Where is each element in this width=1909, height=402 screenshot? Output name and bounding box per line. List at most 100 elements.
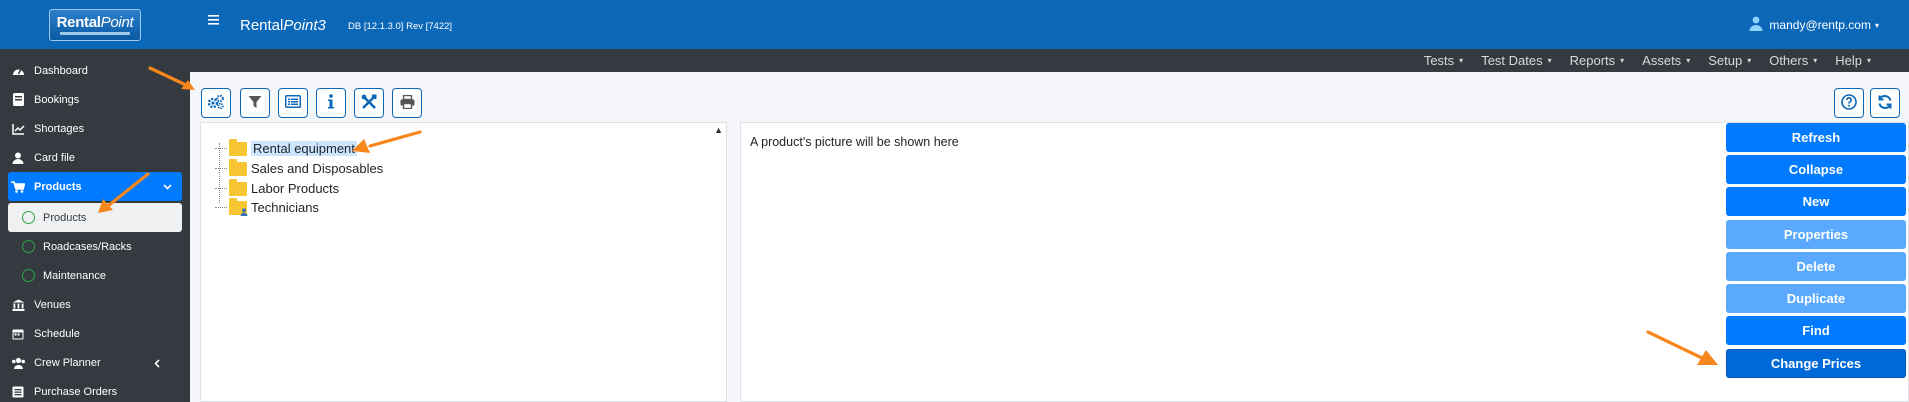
menubar: Tests ▾ Test Dates ▾ Reports ▾ Assets ▾ Setu… — [190, 49, 1909, 72]
printer-icon — [400, 94, 415, 112]
chart-icon — [10, 122, 26, 136]
chevron-left-icon — [154, 355, 160, 371]
menu-assets[interactable]: Assets ▾ — [1642, 53, 1690, 68]
product-tree-panel[interactable]: ▲ Rental equipment Sales and Disposables… — [200, 122, 727, 402]
menu-tests[interactable]: Tests ▾ — [1424, 53, 1463, 68]
circle-icon — [22, 211, 35, 224]
folder-icon — [229, 178, 247, 196]
tree-node-sales-and-disposables[interactable]: Sales and Disposables — [215, 158, 384, 176]
dashboard-icon — [10, 64, 26, 78]
settings-gears-button[interactable] — [201, 88, 231, 118]
refresh-icon — [1877, 94, 1893, 113]
caret-down-icon: ▾ — [1686, 56, 1691, 65]
tree-node-labor-products[interactable]: Labor Products — [215, 178, 339, 196]
print-button[interactable] — [392, 88, 422, 118]
caret-down-icon: ▾ — [1459, 56, 1464, 65]
folder-user-icon — [229, 197, 248, 216]
sidebar-subitem-roadcases[interactable]: Roadcases/Racks — [8, 232, 182, 261]
menu-label: Setup — [1708, 53, 1743, 68]
sidebar-item-bookings[interactable]: Bookings — [0, 85, 182, 114]
sidebar-item-purchase-orders[interactable]: Purchase Orders — [0, 377, 182, 402]
list-icon — [10, 385, 26, 399]
tree-connector — [215, 188, 227, 189]
filter-button[interactable] — [240, 88, 270, 118]
sidebar-item-venues[interactable]: Venues — [0, 290, 182, 319]
picture-placeholder-text: A product's picture will be shown here — [750, 135, 959, 149]
sidebar-item-shortages[interactable]: Shortages — [0, 114, 182, 143]
caret-down-icon: ▾ — [1866, 56, 1871, 65]
tree-node-rental-equipment[interactable]: Rental equipment — [215, 138, 357, 156]
users-icon — [10, 356, 26, 370]
caret-down-icon: ▾ — [1620, 56, 1625, 65]
caret-down-icon: ▾ — [1747, 56, 1752, 65]
new-button[interactable]: New — [1726, 187, 1906, 216]
refresh-button[interactable]: Refresh — [1726, 123, 1906, 152]
delete-button[interactable]: Delete — [1726, 252, 1906, 281]
menu-test-dates[interactable]: Test Dates ▾ — [1481, 53, 1551, 68]
duplicate-button[interactable]: Duplicate — [1726, 284, 1906, 313]
hamburger-menu-icon[interactable] — [208, 12, 219, 29]
app-title-point3: Point3 — [283, 17, 326, 34]
tree-node-technicians[interactable]: Technicians — [215, 197, 319, 216]
app-title-rental: Rental — [240, 17, 284, 34]
tree-connector — [215, 148, 227, 149]
logo-text-point: Point — [100, 14, 134, 31]
logo-text-rental: Rental — [56, 14, 101, 31]
logo-mark: RentalPoint — [49, 8, 141, 41]
sidebar-item-crew-planner[interactable]: Crew Planner — [0, 348, 182, 377]
sidebar-item-label: Card file — [34, 151, 75, 164]
list-view-icon — [285, 95, 301, 111]
sidebar-item-products[interactable]: Products — [8, 172, 182, 201]
tree-connector — [215, 207, 227, 208]
caret-down-icon: ▾ — [1813, 56, 1818, 65]
info-button[interactable] — [316, 88, 346, 118]
sidebar-item-label: Purchase Orders — [34, 385, 118, 398]
user-icon — [10, 151, 26, 165]
sidebar-item-label: Crew Planner — [34, 356, 101, 369]
sidebar-item-card-file[interactable]: Card file — [0, 143, 182, 172]
caret-down-icon: ▾ — [1547, 56, 1552, 65]
user-menu[interactable]: mandy@rentp.com ▾ — [1749, 16, 1879, 34]
menu-label: Test Dates — [1481, 53, 1543, 68]
sidebar-subitem-maintenance[interactable]: Maintenance — [8, 261, 182, 290]
question-circle-icon — [1841, 93, 1857, 113]
tree-node-label: Sales and Disposables — [251, 161, 384, 176]
find-button[interactable]: Find — [1726, 316, 1906, 345]
list-view-button[interactable] — [278, 88, 308, 118]
caret-down-icon: ▾ — [1874, 20, 1879, 30]
tree-connector — [215, 168, 227, 169]
gears-icon — [207, 94, 225, 113]
sidebar-item-dashboard[interactable]: Dashboard — [0, 56, 182, 85]
sidebar-item-label: Venues — [34, 298, 71, 311]
properties-button[interactable]: Properties — [1726, 220, 1906, 249]
sidebar-subitem-products[interactable]: Products — [8, 203, 182, 232]
sidebar-item-label: Products — [43, 211, 87, 224]
menu-label: Help — [1835, 53, 1862, 68]
menu-help[interactable]: Help ▾ — [1835, 53, 1871, 68]
db-version-info: DB [12.1.3.0] Rev [7422] — [348, 21, 453, 32]
collapse-button[interactable]: Collapse — [1726, 155, 1906, 184]
tree-node-label: Technicians — [251, 200, 319, 215]
folder-icon — [229, 138, 247, 156]
sidebar-item-label: Roadcases/Racks — [43, 240, 132, 253]
tools-button[interactable] — [354, 88, 384, 118]
reload-button[interactable] — [1870, 88, 1900, 118]
user-avatar-icon — [1749, 16, 1763, 34]
chevron-down-icon — [163, 181, 172, 193]
menu-others[interactable]: Others ▾ — [1769, 53, 1817, 68]
user-email: mandy@rentp.com — [1769, 18, 1871, 32]
scroll-up-arrow-icon[interactable]: ▲ — [714, 125, 723, 135]
circle-icon — [22, 269, 35, 282]
circle-icon — [22, 240, 35, 253]
sidebar-item-label: Maintenance — [43, 269, 106, 282]
sidebar-nav: Dashboard Bookings Shortages Card file P… — [0, 49, 190, 402]
sidebar-item-label: Products — [34, 180, 82, 193]
change-prices-button[interactable]: Change Prices — [1726, 349, 1906, 378]
sidebar-item-schedule[interactable]: Schedule — [0, 319, 182, 348]
help-button[interactable] — [1834, 88, 1864, 118]
menu-label: Assets — [1642, 53, 1682, 68]
brand-logo[interactable]: RentalPoint — [0, 0, 190, 49]
menu-setup[interactable]: Setup ▾ — [1708, 53, 1751, 68]
menu-reports[interactable]: Reports ▾ — [1570, 53, 1625, 68]
building-icon — [10, 298, 26, 312]
